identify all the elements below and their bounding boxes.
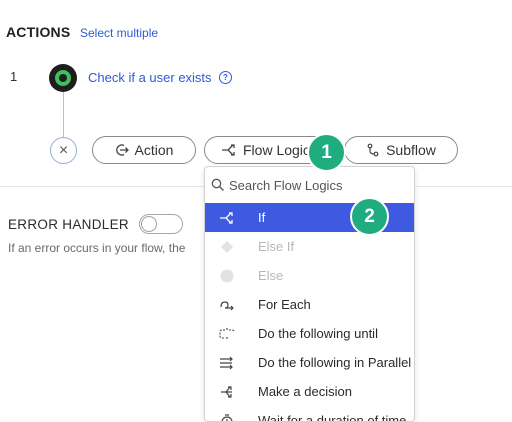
menu-item-label: Make a decision — [258, 384, 352, 399]
decision-icon — [218, 384, 236, 400]
flow-logic-button-label: Flow Logic — [243, 142, 310, 158]
step-label-link[interactable]: Check if a user exists — [88, 70, 212, 85]
select-multiple-link[interactable]: Select multiple — [80, 26, 158, 40]
error-handler-toggle[interactable] — [139, 214, 183, 234]
error-handler-title: ERROR HANDLER — [8, 217, 129, 232]
search-row — [211, 171, 406, 199]
menu-item-else: Else — [205, 261, 414, 290]
menu-item-wait[interactable]: Wait for a duration of time — [205, 406, 414, 422]
action-arrow-icon — [115, 144, 129, 156]
action-button-label: Action — [134, 142, 174, 158]
menu-item-label: Do the following in Parallel — [258, 355, 412, 370]
action-button[interactable]: Action — [92, 136, 196, 164]
menu-item-label: Else If — [258, 239, 295, 254]
step-badge-2: 2 — [350, 197, 389, 236]
menu-item-do-until[interactable]: Do the following until — [205, 319, 414, 348]
menu-item-label: Do the following until — [258, 326, 378, 341]
error-handler-description: If an error occurs in your flow, the — [8, 241, 186, 255]
menu-item-label: Wait for a duration of time — [258, 413, 407, 422]
flow-logic-icon — [222, 144, 235, 156]
menu-item-parallel[interactable]: Do the following in Parallel — [205, 348, 414, 377]
connector-line — [63, 92, 64, 137]
step-number: 1 — [10, 69, 18, 84]
help-icon[interactable]: ? — [219, 71, 232, 84]
actions-title: ACTIONS — [6, 24, 71, 40]
flow-logic-search-input[interactable] — [229, 177, 399, 193]
parallel-arrows-icon — [218, 356, 236, 370]
diamond-icon — [218, 240, 236, 254]
circle-icon — [218, 269, 236, 283]
timer-icon — [218, 413, 236, 421]
step-badge-1: 1 — [307, 133, 346, 172]
menu-item-decision[interactable]: Make a decision — [205, 377, 414, 406]
search-icon — [211, 178, 224, 191]
step-node-icon — [49, 64, 77, 92]
loop-arrow-icon — [218, 298, 236, 312]
menu-item-label: For Each — [258, 297, 311, 312]
subflow-icon — [367, 143, 379, 157]
close-button[interactable]: × — [50, 137, 77, 164]
menu-item-label: If — [258, 210, 266, 225]
branch-icon — [218, 211, 236, 225]
subflow-button-label: Subflow — [386, 142, 436, 158]
menu-item-else-if: Else If — [205, 232, 414, 261]
repeat-icon — [218, 326, 236, 342]
menu-item-label: Else — [258, 268, 284, 283]
menu-item-for-each[interactable]: For Each — [205, 290, 414, 319]
subflow-button[interactable]: Subflow — [344, 136, 458, 164]
